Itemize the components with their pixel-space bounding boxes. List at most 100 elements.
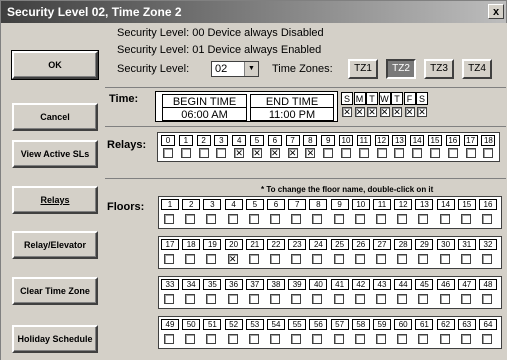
time-zone-button-tz4[interactable]: TZ4 xyxy=(462,59,492,79)
floor-number[interactable]: 61 xyxy=(415,319,434,330)
floor-number[interactable]: 3 xyxy=(203,199,222,210)
floor-checkbox[interactable] xyxy=(206,214,217,224)
floor-checkbox[interactable] xyxy=(185,214,196,224)
day-checkbox[interactable]: ✕ xyxy=(367,107,377,117)
floor-checkbox[interactable] xyxy=(248,254,259,264)
floor-number[interactable]: 13 xyxy=(415,199,434,210)
relay-checkbox[interactable] xyxy=(163,148,173,158)
floor-number[interactable]: 25 xyxy=(330,239,349,250)
floor-checkbox[interactable] xyxy=(185,334,196,344)
floor-number[interactable]: 6 xyxy=(267,199,285,210)
floor-number[interactable]: 46 xyxy=(436,279,455,290)
floor-number[interactable]: 36 xyxy=(224,279,243,290)
floor-number[interactable]: 63 xyxy=(457,319,476,330)
floor-checkbox[interactable] xyxy=(248,334,259,344)
floor-number[interactable]: 7 xyxy=(288,199,307,210)
floor-number[interactable]: 58 xyxy=(351,319,370,330)
relay-checkbox[interactable] xyxy=(180,148,191,158)
floor-number[interactable]: 22 xyxy=(267,239,285,250)
floor-checkbox[interactable] xyxy=(206,254,217,264)
floor-checkbox[interactable] xyxy=(418,214,429,224)
floor-number[interactable]: 59 xyxy=(373,319,391,330)
floor-checkbox[interactable] xyxy=(270,294,280,304)
floor-number[interactable]: 41 xyxy=(330,279,349,290)
floor-number[interactable]: 9 xyxy=(330,199,349,210)
floor-checkbox[interactable] xyxy=(397,334,408,344)
relay-checkbox[interactable] xyxy=(447,148,458,158)
floor-checkbox[interactable] xyxy=(354,334,365,344)
time-zone-button-tz1[interactable]: TZ1 xyxy=(348,59,378,79)
floor-number[interactable]: 26 xyxy=(351,239,370,250)
floor-number[interactable]: 56 xyxy=(309,319,328,330)
begin-time-value[interactable]: 06:00 AM xyxy=(162,108,247,121)
floor-checkbox[interactable] xyxy=(291,254,302,264)
floor-number[interactable]: 12 xyxy=(394,199,413,210)
floor-checkbox[interactable] xyxy=(185,254,196,264)
relay-checkbox[interactable] xyxy=(465,148,476,158)
floor-number[interactable]: 38 xyxy=(267,279,285,290)
floor-number[interactable]: 33 xyxy=(161,279,179,290)
floor-number[interactable]: 27 xyxy=(373,239,391,250)
floor-checkbox[interactable] xyxy=(164,214,174,224)
floor-number[interactable]: 5 xyxy=(245,199,264,210)
holiday-schedule-button[interactable]: Holiday Schedule xyxy=(12,325,98,353)
floor-checkbox[interactable] xyxy=(248,214,259,224)
floor-checkbox[interactable] xyxy=(227,214,238,224)
floor-number[interactable]: 42 xyxy=(351,279,370,290)
floor-checkbox[interactable] xyxy=(333,334,344,344)
ok-button[interactable]: OK xyxy=(11,50,99,80)
floor-checkbox[interactable] xyxy=(206,334,217,344)
floor-number[interactable]: 60 xyxy=(394,319,413,330)
relay-checkbox[interactable] xyxy=(198,148,209,158)
floor-number[interactable]: 10 xyxy=(351,199,370,210)
floor-checkbox[interactable] xyxy=(418,294,429,304)
floor-number[interactable]: 17 xyxy=(161,239,179,250)
floor-number[interactable]: 54 xyxy=(267,319,285,330)
floor-number[interactable]: 21 xyxy=(245,239,264,250)
floor-number[interactable]: 16 xyxy=(479,199,497,210)
floor-number[interactable]: 35 xyxy=(203,279,222,290)
floor-number[interactable]: 43 xyxy=(373,279,391,290)
floor-checkbox[interactable] xyxy=(164,294,174,304)
floor-checkbox[interactable] xyxy=(376,334,386,344)
relays-button[interactable]: Relays xyxy=(12,186,98,214)
floor-number[interactable]: 55 xyxy=(288,319,307,330)
floor-checkbox[interactable] xyxy=(333,214,344,224)
floor-number[interactable]: 15 xyxy=(457,199,476,210)
floor-checkbox[interactable] xyxy=(333,254,344,264)
relay-checkbox[interactable]: ✕ xyxy=(269,148,280,158)
floor-number[interactable]: 40 xyxy=(309,279,328,290)
floor-checkbox[interactable] xyxy=(376,254,386,264)
floor-number[interactable]: 39 xyxy=(288,279,307,290)
floor-checkbox[interactable] xyxy=(164,254,174,264)
floor-number[interactable]: 48 xyxy=(479,279,497,290)
floor-checkbox[interactable] xyxy=(354,254,365,264)
floor-number[interactable]: 30 xyxy=(436,239,455,250)
relay-checkbox[interactable] xyxy=(376,148,387,158)
chevron-down-icon[interactable]: ▼ xyxy=(244,62,258,76)
time-zone-button-tz2[interactable]: TZ2 xyxy=(386,59,416,79)
relay-elevator-button[interactable]: Relay/Elevator xyxy=(12,231,98,259)
day-checkbox[interactable]: ✕ xyxy=(417,107,427,117)
floor-checkbox[interactable] xyxy=(482,294,492,304)
floor-checkbox[interactable] xyxy=(376,214,386,224)
floor-checkbox[interactable] xyxy=(439,254,450,264)
relay-checkbox[interactable] xyxy=(483,148,494,158)
floor-number[interactable]: 29 xyxy=(415,239,434,250)
floor-checkbox[interactable] xyxy=(460,294,471,304)
relay-checkbox[interactable] xyxy=(358,148,369,158)
floor-checkbox[interactable]: ✕ xyxy=(227,254,238,264)
floor-checkbox[interactable] xyxy=(206,294,217,304)
relay-checkbox[interactable]: ✕ xyxy=(305,148,316,158)
floor-checkbox[interactable] xyxy=(482,214,492,224)
floor-checkbox[interactable] xyxy=(397,254,408,264)
floor-number[interactable]: 31 xyxy=(457,239,476,250)
floor-number[interactable]: 8 xyxy=(309,199,328,210)
floor-checkbox[interactable] xyxy=(439,294,450,304)
floor-number[interactable]: 51 xyxy=(203,319,222,330)
floor-checkbox[interactable] xyxy=(418,254,429,264)
day-checkbox[interactable]: ✕ xyxy=(404,107,415,117)
cancel-button[interactable]: Cancel xyxy=(12,103,98,131)
floor-number[interactable]: 18 xyxy=(182,239,201,250)
relay-checkbox[interactable]: ✕ xyxy=(252,148,262,158)
